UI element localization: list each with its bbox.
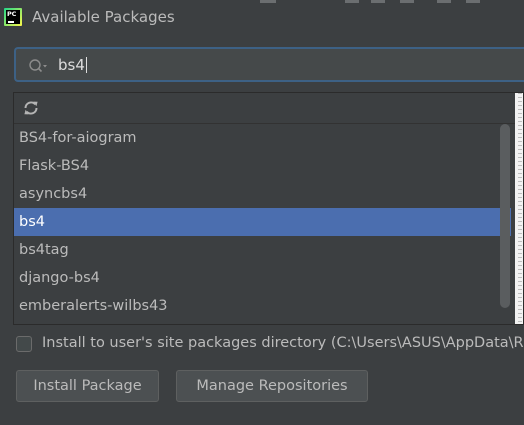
manage-repositories-button[interactable]: Manage Repositories	[176, 370, 368, 402]
package-list-panel: BS4-for-aiogram Flask-BS4 asyncbs4 bs4 b…	[13, 92, 524, 325]
user-site-label[interactable]: Install to user's site packages director…	[42, 335, 524, 351]
scrollbar-thumb[interactable]	[500, 124, 510, 308]
user-site-checkbox[interactable]	[16, 336, 32, 352]
pycharm-icon: PC	[4, 8, 22, 26]
search-input[interactable]: bs4	[14, 47, 524, 82]
list-item[interactable]: django-bs4	[14, 264, 511, 292]
top-edge-mark	[466, 0, 480, 3]
window-title: Available Packages	[32, 8, 175, 26]
top-edge-mark	[400, 0, 414, 3]
refresh-icon[interactable]	[22, 99, 40, 117]
list-item[interactable]: BS4-for-aiogram	[14, 124, 511, 152]
app-icon-text: PC	[7, 10, 17, 18]
detail-panel-edge	[515, 93, 523, 324]
text-caret	[85, 57, 87, 73]
list-toolbar	[14, 93, 523, 124]
search-text: bs4	[58, 56, 85, 74]
list-item[interactable]: bs4tag	[14, 236, 511, 264]
install-package-button[interactable]: Install Package	[16, 370, 159, 402]
top-edge-mark	[260, 0, 276, 3]
top-edge-mark	[437, 0, 451, 3]
list-item[interactable]: asyncbs4	[14, 180, 511, 208]
list-item-selected[interactable]: bs4	[14, 208, 511, 236]
list-item[interactable]: emberalerts-wilbs43	[14, 292, 511, 320]
title-bar: PC Available Packages	[0, 0, 524, 36]
search-icon[interactable]	[28, 58, 48, 74]
package-list: BS4-for-aiogram Flask-BS4 asyncbs4 bs4 b…	[14, 124, 511, 320]
top-edge-mark	[371, 0, 385, 3]
list-item[interactable]: Flask-BS4	[14, 152, 511, 180]
top-edge-mark	[345, 0, 359, 3]
search-value[interactable]: bs4	[58, 56, 87, 74]
